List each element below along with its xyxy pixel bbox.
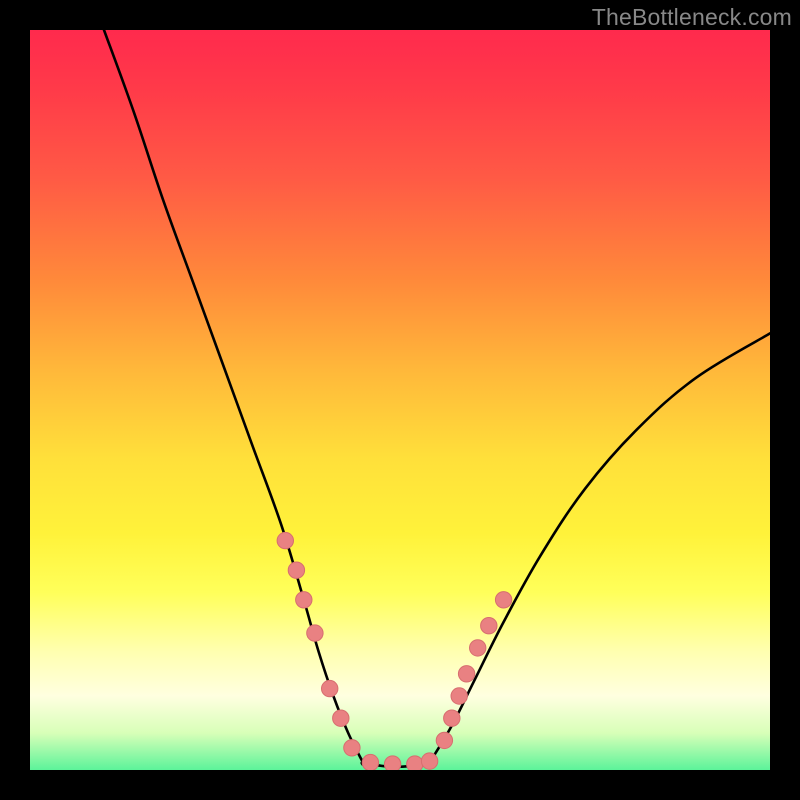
data-marker (444, 710, 460, 726)
data-marker (296, 592, 312, 608)
data-markers (277, 532, 512, 770)
curve-svg (30, 30, 770, 770)
plot-area (30, 30, 770, 770)
data-marker (333, 710, 349, 726)
data-marker (436, 732, 452, 748)
data-marker (470, 640, 486, 656)
watermark-text: TheBottleneck.com (592, 4, 792, 31)
data-marker (384, 756, 400, 770)
data-marker (288, 562, 304, 578)
bottleneck-curve (104, 30, 770, 767)
data-marker (481, 618, 497, 634)
data-marker (277, 532, 293, 548)
data-marker (407, 756, 423, 770)
data-marker (322, 680, 338, 696)
data-marker (451, 688, 467, 704)
data-marker (458, 666, 474, 682)
data-marker (421, 753, 437, 769)
chart-frame: TheBottleneck.com (0, 0, 800, 800)
data-marker (362, 754, 378, 770)
curve-path (104, 30, 770, 767)
data-marker (307, 625, 323, 641)
data-marker (495, 592, 511, 608)
data-marker (344, 740, 360, 756)
